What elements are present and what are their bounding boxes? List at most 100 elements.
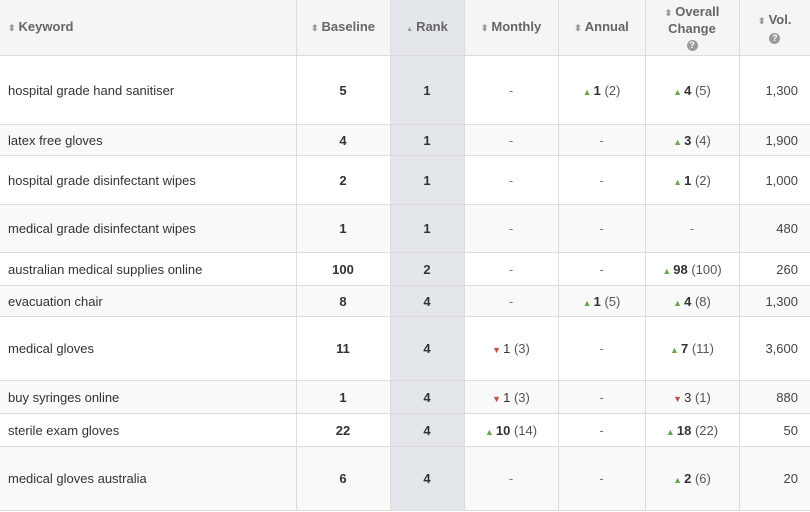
volume-cell: 1,000 <box>739 155 810 205</box>
annual-change-cell: - <box>558 380 646 414</box>
help-icon[interactable]: ? <box>769 32 781 44</box>
sort-icon: ⬍ <box>480 23 489 33</box>
monthly-change-cell: ▲ 10 (14) <box>464 413 559 447</box>
monthly-change-cell: - <box>464 124 559 156</box>
no-change-dash: - <box>508 293 514 309</box>
keyword-cell[interactable]: hospital grade hand sanitiser <box>0 55 297 125</box>
change-value: 2 <box>684 471 692 486</box>
change-value: 18 <box>676 422 692 438</box>
column-header-overall-change[interactable]: ⬍ Overall Change ? <box>645 0 740 56</box>
annual-change-cell: ▲ 1 (5) <box>558 285 646 317</box>
column-header-label: Baseline <box>321 19 376 34</box>
keyword-cell[interactable]: medical grade disinfectant wipes <box>0 204 297 253</box>
previous-rank: (6) <box>694 471 711 486</box>
keyword-cell[interactable]: sterile exam gloves <box>0 413 297 447</box>
table-row: australian medical supplies online 100 2 - -… <box>0 252 810 286</box>
table-row: latex free gloves 4 1- - ▲ 3 (4) 1,900 <box>0 124 810 156</box>
volume-cell: 260 <box>739 252 810 286</box>
no-change-dash: - <box>508 221 514 236</box>
annual-change-cell: ▲ 1 (2) <box>558 55 646 125</box>
rank-cell: 4 <box>390 316 465 381</box>
change-value: 3 <box>684 132 692 148</box>
volume-cell: 880 <box>739 380 810 414</box>
rank-cell: 2 <box>390 252 465 286</box>
keyword-cell[interactable]: australian medical supplies online <box>0 252 297 286</box>
keyword-cell[interactable]: medical gloves <box>0 316 297 381</box>
table-body: hospital grade hand sanitiser 5 1- ▲ 1 (2) ▲ 4… <box>0 55 810 511</box>
arrow-up-icon: ▲ <box>582 86 592 97</box>
change-value: 4 <box>684 293 692 309</box>
change-value: 1 <box>593 293 601 309</box>
monthly-change-cell: - <box>464 204 559 253</box>
previous-rank: (22) <box>694 422 719 438</box>
keyword-cell[interactable]: buy syringes online <box>0 380 297 414</box>
arrow-down-icon: ▼ <box>492 345 502 355</box>
arrow-up-icon: ▲ <box>662 265 672 276</box>
overall-change-cell: ▲ 3 (4) <box>645 124 740 156</box>
annual-change-cell: - <box>558 204 646 253</box>
no-change-dash: - <box>599 389 604 405</box>
previous-rank: (5) <box>604 293 621 309</box>
sort-icon: ⬍ <box>758 15 766 26</box>
no-change-dash: - <box>599 172 604 188</box>
rank-cell: 4 <box>390 380 465 414</box>
volume-cell: 1,300 <box>739 285 810 317</box>
sort-icon: ⬍ <box>8 23 16 33</box>
monthly-change-cell: ▼ 1 (3) <box>464 316 559 381</box>
volume-cell: 50 <box>739 413 810 447</box>
column-header-label: Keyword <box>18 19 74 34</box>
column-header-label: Change <box>668 21 716 36</box>
arrow-up-icon: ▲ <box>673 176 683 187</box>
arrow-up-icon: ▲ <box>582 297 592 308</box>
column-header-monthly[interactable]: ⬍ Monthly <box>464 0 559 56</box>
no-change-dash: - <box>508 82 514 98</box>
sort-icon: ⬍ <box>574 23 582 33</box>
keyword-cell[interactable]: hospital grade disinfectant wipes <box>0 155 297 205</box>
keyword-cell[interactable]: latex free gloves <box>0 124 297 156</box>
volume-cell: 1,900 <box>739 124 810 156</box>
change-value: 1 <box>593 82 601 98</box>
arrow-down-icon: ▼ <box>492 393 502 404</box>
overall-change-cell: ▲ 18 (22) <box>645 413 740 447</box>
annual-change-cell: - <box>558 155 646 205</box>
baseline-cell: 8 <box>296 285 391 317</box>
table-row: evacuation chair 8 4- ▲ 1 (5) ▲ 4 (8) 1,300 <box>0 285 810 317</box>
help-icon[interactable]: ? <box>686 40 698 51</box>
change-value: 4 <box>684 82 692 98</box>
arrow-up-icon: ▲ <box>673 136 683 147</box>
arrow-up-icon: ▲ <box>673 86 683 97</box>
no-change-dash: - <box>599 422 604 438</box>
column-header-keyword[interactable]: ⬍ Keyword <box>0 0 297 56</box>
arrow-up-icon: ▲ <box>673 475 683 485</box>
keyword-cell[interactable]: medical gloves australia <box>0 446 297 511</box>
change-value: 1 <box>503 341 511 356</box>
overall-change-cell: ▲ 4 (8) <box>645 285 740 317</box>
column-header-label: Monthly <box>491 19 542 34</box>
keyword-rankings-table: ⬍ Keyword ⬍ Baseline ▲ Rank ⬍ Monthly ⬍ Annua… <box>0 0 810 511</box>
volume-cell: 20 <box>739 446 810 511</box>
sort-ascending-icon: ▲ <box>406 25 414 33</box>
baseline-cell: 4 <box>296 124 391 156</box>
previous-rank: (8) <box>694 293 711 309</box>
baseline-cell: 1 <box>296 380 391 414</box>
arrow-down-icon: ▼ <box>673 393 683 404</box>
volume-cell: 3,600 <box>739 316 810 381</box>
overall-change-cell: ▲ 2 (6) <box>645 446 740 511</box>
previous-rank: (2) <box>604 82 621 98</box>
table-row: sterile exam gloves 22 4 ▲ 10 (14) - ▲ 18 (22) 5… <box>0 413 810 447</box>
table-row: medical grade disinfectant wipes 1 1- - -480 <box>0 204 810 253</box>
column-header-annual[interactable]: ⬍ Annual <box>558 0 646 56</box>
no-change-dash: - <box>508 172 514 188</box>
column-header-baseline[interactable]: ⬍ Baseline <box>296 0 391 56</box>
arrow-up-icon: ▲ <box>670 345 679 355</box>
rank-cell: 1 <box>390 155 465 205</box>
no-change-dash: - <box>599 132 604 148</box>
keyword-cell[interactable]: evacuation chair <box>0 285 297 317</box>
monthly-change-cell: - <box>464 446 559 511</box>
previous-rank: (4) <box>694 132 711 148</box>
column-header-volume[interactable]: ⬍ Vol. ? <box>739 0 810 56</box>
column-header-rank[interactable]: ▲ Rank <box>390 0 465 56</box>
change-value: 10 <box>495 422 511 438</box>
arrow-up-icon: ▲ <box>484 426 494 437</box>
baseline-cell: 1 <box>296 204 391 253</box>
